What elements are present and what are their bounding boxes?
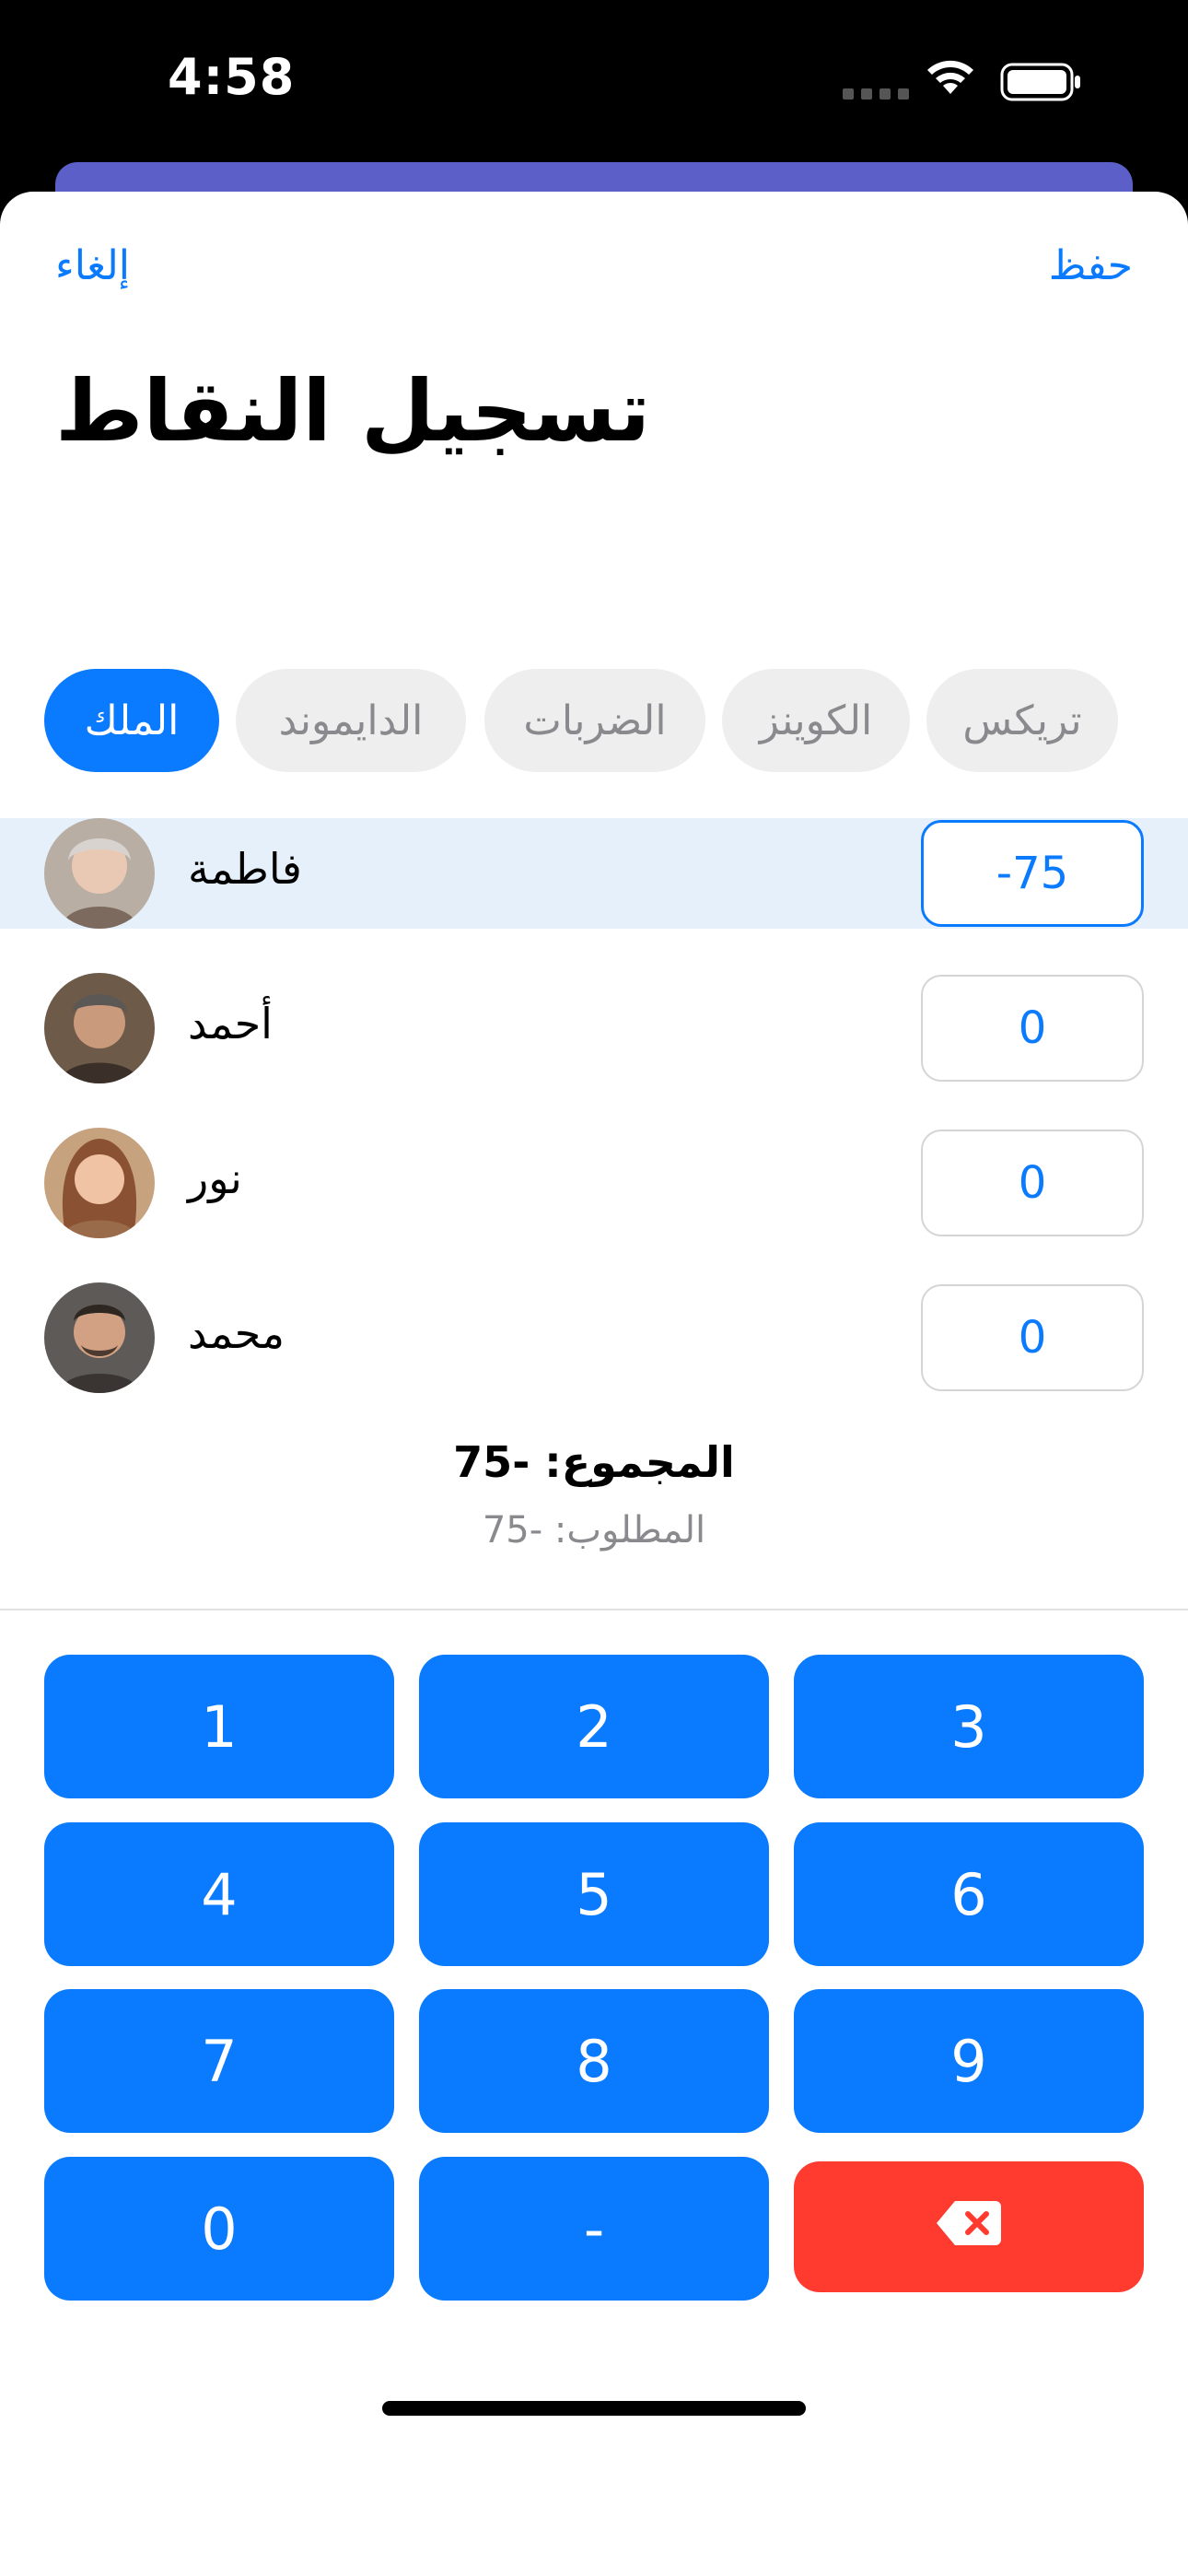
player-row[interactable]: أحمد 0 [0, 973, 1188, 1083]
player-row[interactable]: محمد 0 [0, 1282, 1188, 1393]
tab-diamonds[interactable]: الدايموند [236, 669, 466, 772]
required-label: المطلوب: -75 [482, 1509, 706, 1551]
key-1[interactable]: 1 [44, 1655, 394, 1798]
tab-trix[interactable]: تريكس [926, 669, 1118, 772]
key-5[interactable]: 5 [419, 1822, 769, 1966]
backspace-icon [935, 2194, 1003, 2261]
status-bar: 4:58 [0, 0, 1188, 175]
key-8[interactable]: 8 [419, 1989, 769, 2133]
key-6[interactable]: 6 [794, 1822, 1144, 1966]
key-0[interactable]: 0 [44, 2157, 394, 2301]
tab-hits[interactable]: الضربات [484, 669, 705, 772]
battery-icon [1000, 63, 1083, 105]
score-field[interactable]: -75 [921, 820, 1144, 927]
key-4[interactable]: 4 [44, 1822, 394, 1966]
key-3[interactable]: 3 [794, 1655, 1144, 1798]
player-name: فاطمة [188, 844, 302, 894]
delete-button[interactable] [794, 2161, 1144, 2292]
player-row[interactable]: فاطمة -75 [0, 818, 1188, 929]
save-button[interactable]: حفظ [1049, 242, 1133, 289]
status-time: 4:58 [168, 48, 296, 106]
avatar [44, 1128, 155, 1238]
score-field[interactable]: 0 [921, 1284, 1144, 1391]
divider [0, 1609, 1188, 1610]
player-row[interactable]: نور 0 [0, 1128, 1188, 1238]
key-7[interactable]: 7 [44, 1989, 394, 2133]
score-field[interactable]: 0 [921, 1130, 1144, 1236]
cellular-icon [843, 86, 916, 103]
avatar [44, 973, 155, 1083]
game-type-tabs: الملك الدايموند الضربات الكوينز تريكس [44, 669, 1118, 772]
total-label: المجموع: -75 [453, 1437, 735, 1487]
player-name: محمد [188, 1308, 285, 1358]
page-title: تسجيل النقاط [55, 362, 651, 461]
home-indicator [382, 2401, 806, 2416]
key-2[interactable]: 2 [419, 1655, 769, 1798]
key-minus[interactable]: - [419, 2157, 769, 2301]
tab-king[interactable]: الملك [44, 669, 219, 772]
player-name: أحمد [188, 999, 273, 1048]
score-entry-sheet: إلغاء حفظ تسجيل النقاط الملك الدايموند ا… [0, 192, 1188, 2576]
key-9[interactable]: 9 [794, 1989, 1144, 2133]
score-field[interactable]: 0 [921, 975, 1144, 1082]
avatar [44, 818, 155, 929]
cancel-button[interactable]: إلغاء [55, 242, 130, 289]
avatar [44, 1282, 155, 1393]
player-name: نور [188, 1153, 242, 1203]
wifi-icon [923, 57, 978, 101]
tab-queens[interactable]: الكوينز [722, 669, 910, 772]
